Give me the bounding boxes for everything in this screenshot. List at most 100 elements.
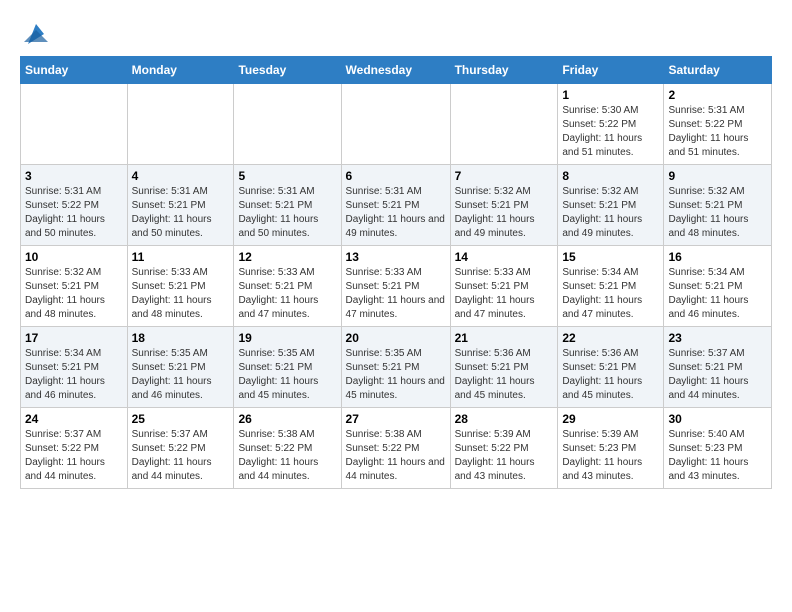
calendar-cell: 2 Sunrise: 5:31 AM Sunset: 5:22 PM Daylig… bbox=[664, 84, 772, 165]
day-info: Sunrise: 5:30 AM Sunset: 5:22 PM Dayligh… bbox=[562, 104, 659, 160]
calendar-cell bbox=[450, 84, 558, 165]
calendar-cell: 1 Sunrise: 5:30 AM Sunset: 5:22 PM Daylig… bbox=[558, 84, 664, 165]
calendar-cell bbox=[127, 84, 234, 165]
day-info: Sunrise: 5:33 AM Sunset: 5:21 PM Dayligh… bbox=[132, 266, 230, 322]
page-header bbox=[20, 16, 772, 48]
calendar-cell: 19 Sunrise: 5:35 AM Sunset: 5:21 PM Dayli… bbox=[234, 327, 341, 408]
day-number: 22 bbox=[562, 331, 659, 345]
day-number: 30 bbox=[668, 412, 767, 426]
day-number: 24 bbox=[25, 412, 123, 426]
calendar-cell: 17Sunrise: 5:34 AM Sunset: 5:21 PM Dayli… bbox=[21, 327, 128, 408]
calendar-cell: 10 Sunrise: 5:32 AM Sunset: 5:21 PM Dayli… bbox=[21, 246, 128, 327]
calendar-cell: 28 Sunrise: 5:39 AM Sunset: 5:22 PM Dayli… bbox=[450, 408, 558, 489]
calendar-cell: 12 Sunrise: 5:33 AM Sunset: 5:21 PM Dayli… bbox=[234, 246, 341, 327]
header-row: SundayMondayTuesdayWednesdayThursdayFrid… bbox=[21, 57, 772, 84]
col-header-sunday: Sunday bbox=[21, 57, 128, 84]
day-info: Sunrise: 5:37 AM Sunset: 5:22 PM Dayligh… bbox=[132, 428, 230, 484]
day-info: Sunrise: 5:35 AM Sunset: 5:21 PM Dayligh… bbox=[238, 347, 336, 403]
calendar-cell: 23 Sunrise: 5:37 AM Sunset: 5:21 PM Dayli… bbox=[664, 327, 772, 408]
day-info: Sunrise: 5:31 AM Sunset: 5:21 PM Dayligh… bbox=[238, 185, 336, 241]
day-number: 7 bbox=[455, 169, 554, 183]
day-number: 16 bbox=[668, 250, 767, 264]
day-info: Sunrise: 5:34 AM Sunset: 5:21 PM Dayligh… bbox=[562, 266, 659, 322]
calendar-cell: 26 Sunrise: 5:38 AM Sunset: 5:22 PM Dayli… bbox=[234, 408, 341, 489]
calendar-cell: 5 Sunrise: 5:31 AM Sunset: 5:21 PM Daylig… bbox=[234, 165, 341, 246]
week-row-3: 10 Sunrise: 5:32 AM Sunset: 5:21 PM Dayli… bbox=[21, 246, 772, 327]
calendar-cell: 7 Sunrise: 5:32 AM Sunset: 5:21 PM Daylig… bbox=[450, 165, 558, 246]
day-info: Sunrise: 5:32 AM Sunset: 5:21 PM Dayligh… bbox=[455, 185, 554, 241]
day-number: 26 bbox=[238, 412, 336, 426]
calendar-cell: 6 Sunrise: 5:31 AM Sunset: 5:21 PM Daylig… bbox=[341, 165, 450, 246]
calendar-cell bbox=[21, 84, 128, 165]
calendar-cell bbox=[234, 84, 341, 165]
day-number: 20 bbox=[346, 331, 446, 345]
day-number: 4 bbox=[132, 169, 230, 183]
day-info: Sunrise: 5:36 AM Sunset: 5:21 PM Dayligh… bbox=[562, 347, 659, 403]
day-info: Sunrise: 5:31 AM Sunset: 5:22 PM Dayligh… bbox=[668, 104, 767, 160]
calendar-cell: 29Sunrise: 5:39 AM Sunset: 5:23 PM Dayli… bbox=[558, 408, 664, 489]
calendar-cell: 3 Sunrise: 5:31 AM Sunset: 5:22 PM Daylig… bbox=[21, 165, 128, 246]
day-info: Sunrise: 5:31 AM Sunset: 5:21 PM Dayligh… bbox=[132, 185, 230, 241]
calendar-cell: 30Sunrise: 5:40 AM Sunset: 5:23 PM Dayli… bbox=[664, 408, 772, 489]
week-row-2: 3 Sunrise: 5:31 AM Sunset: 5:22 PM Daylig… bbox=[21, 165, 772, 246]
day-number: 5 bbox=[238, 169, 336, 183]
day-number: 6 bbox=[346, 169, 446, 183]
day-info: Sunrise: 5:39 AM Sunset: 5:22 PM Dayligh… bbox=[455, 428, 554, 484]
day-number: 9 bbox=[668, 169, 767, 183]
day-info: Sunrise: 5:35 AM Sunset: 5:21 PM Dayligh… bbox=[346, 347, 446, 403]
logo bbox=[20, 20, 50, 48]
calendar-table: SundayMondayTuesdayWednesdayThursdayFrid… bbox=[20, 56, 772, 489]
col-header-monday: Monday bbox=[127, 57, 234, 84]
calendar-cell: 13 Sunrise: 5:33 AM Sunset: 5:21 PM Dayli… bbox=[341, 246, 450, 327]
col-header-tuesday: Tuesday bbox=[234, 57, 341, 84]
day-number: 15 bbox=[562, 250, 659, 264]
day-info: Sunrise: 5:33 AM Sunset: 5:21 PM Dayligh… bbox=[346, 266, 446, 322]
day-info: Sunrise: 5:32 AM Sunset: 5:21 PM Dayligh… bbox=[562, 185, 659, 241]
logo-icon bbox=[22, 20, 50, 48]
calendar-cell: 20 Sunrise: 5:35 AM Sunset: 5:21 PM Dayli… bbox=[341, 327, 450, 408]
calendar-cell bbox=[341, 84, 450, 165]
calendar-cell: 11Sunrise: 5:33 AM Sunset: 5:21 PM Dayli… bbox=[127, 246, 234, 327]
calendar-cell: 8Sunrise: 5:32 AM Sunset: 5:21 PM Daylig… bbox=[558, 165, 664, 246]
calendar-cell: 16 Sunrise: 5:34 AM Sunset: 5:21 PM Dayli… bbox=[664, 246, 772, 327]
day-number: 3 bbox=[25, 169, 123, 183]
calendar-cell: 21 Sunrise: 5:36 AM Sunset: 5:21 PM Dayli… bbox=[450, 327, 558, 408]
day-number: 2 bbox=[668, 88, 767, 102]
day-number: 14 bbox=[455, 250, 554, 264]
calendar-cell: 24Sunrise: 5:37 AM Sunset: 5:22 PM Dayli… bbox=[21, 408, 128, 489]
day-number: 1 bbox=[562, 88, 659, 102]
day-number: 17 bbox=[25, 331, 123, 345]
calendar-cell: 9 Sunrise: 5:32 AM Sunset: 5:21 PM Daylig… bbox=[664, 165, 772, 246]
calendar-cell: 15 Sunrise: 5:34 AM Sunset: 5:21 PM Dayli… bbox=[558, 246, 664, 327]
day-info: Sunrise: 5:36 AM Sunset: 5:21 PM Dayligh… bbox=[455, 347, 554, 403]
calendar-cell: 27 Sunrise: 5:38 AM Sunset: 5:22 PM Dayli… bbox=[341, 408, 450, 489]
day-number: 21 bbox=[455, 331, 554, 345]
calendar-cell: 18Sunrise: 5:35 AM Sunset: 5:21 PM Dayli… bbox=[127, 327, 234, 408]
day-info: Sunrise: 5:31 AM Sunset: 5:21 PM Dayligh… bbox=[346, 185, 446, 241]
calendar-cell: 25 Sunrise: 5:37 AM Sunset: 5:22 PM Dayli… bbox=[127, 408, 234, 489]
col-header-thursday: Thursday bbox=[450, 57, 558, 84]
col-header-saturday: Saturday bbox=[664, 57, 772, 84]
day-number: 19 bbox=[238, 331, 336, 345]
day-info: Sunrise: 5:38 AM Sunset: 5:22 PM Dayligh… bbox=[346, 428, 446, 484]
day-number: 12 bbox=[238, 250, 336, 264]
day-info: Sunrise: 5:39 AM Sunset: 5:23 PM Dayligh… bbox=[562, 428, 659, 484]
day-number: 25 bbox=[132, 412, 230, 426]
day-info: Sunrise: 5:32 AM Sunset: 5:21 PM Dayligh… bbox=[25, 266, 123, 322]
day-info: Sunrise: 5:33 AM Sunset: 5:21 PM Dayligh… bbox=[455, 266, 554, 322]
day-number: 13 bbox=[346, 250, 446, 264]
day-info: Sunrise: 5:38 AM Sunset: 5:22 PM Dayligh… bbox=[238, 428, 336, 484]
week-row-1: 1 Sunrise: 5:30 AM Sunset: 5:22 PM Daylig… bbox=[21, 84, 772, 165]
day-number: 27 bbox=[346, 412, 446, 426]
day-number: 23 bbox=[668, 331, 767, 345]
day-number: 28 bbox=[455, 412, 554, 426]
day-number: 10 bbox=[25, 250, 123, 264]
day-info: Sunrise: 5:37 AM Sunset: 5:21 PM Dayligh… bbox=[668, 347, 767, 403]
calendar-cell: 22 Sunrise: 5:36 AM Sunset: 5:21 PM Dayli… bbox=[558, 327, 664, 408]
day-info: Sunrise: 5:32 AM Sunset: 5:21 PM Dayligh… bbox=[668, 185, 767, 241]
col-header-wednesday: Wednesday bbox=[341, 57, 450, 84]
day-info: Sunrise: 5:33 AM Sunset: 5:21 PM Dayligh… bbox=[238, 266, 336, 322]
col-header-friday: Friday bbox=[558, 57, 664, 84]
day-info: Sunrise: 5:34 AM Sunset: 5:21 PM Dayligh… bbox=[668, 266, 767, 322]
day-info: Sunrise: 5:31 AM Sunset: 5:22 PM Dayligh… bbox=[25, 185, 123, 241]
